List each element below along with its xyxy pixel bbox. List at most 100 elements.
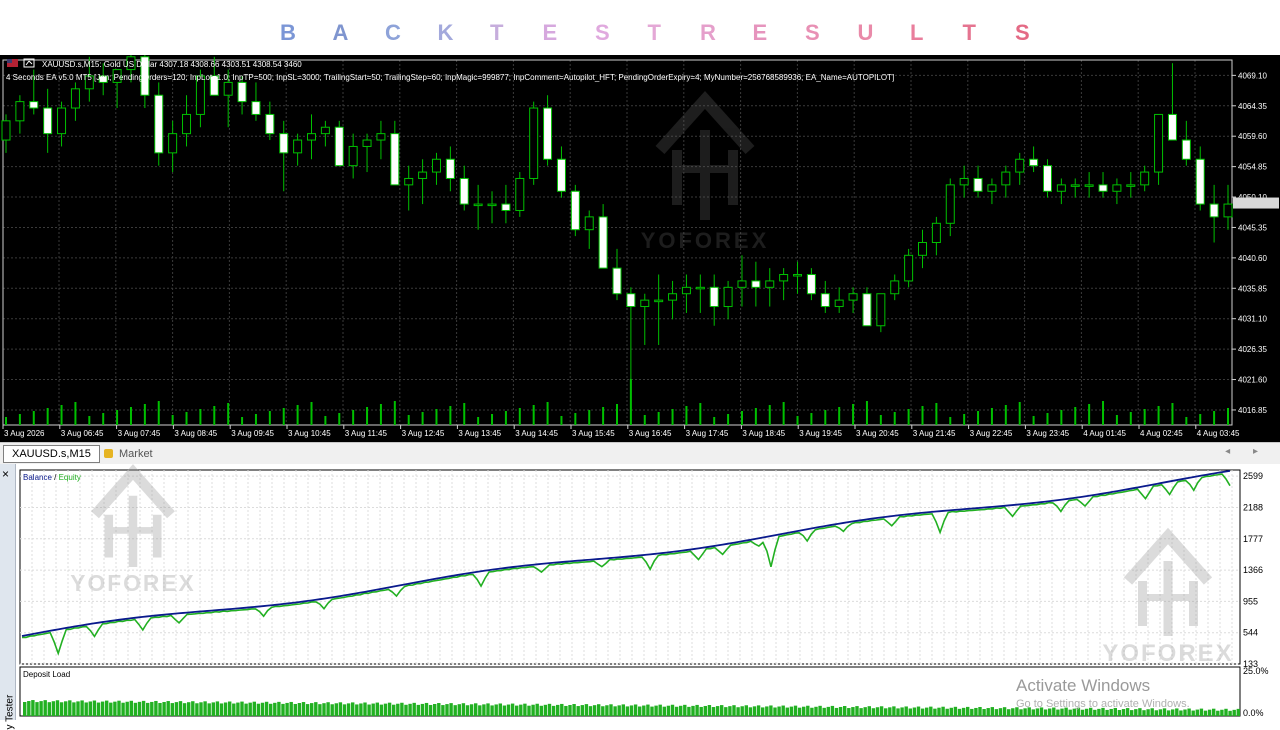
legend-separator: / [52,473,59,482]
time-label: 3 Aug 18:45 [742,429,785,438]
candle [70,82,80,121]
deposit-bar [55,700,60,716]
deposit-bar [166,701,170,716]
deposit-bar [1105,709,1109,716]
deposit-bar [531,704,535,716]
tab-market[interactable]: Market [104,446,153,462]
deposit-bar [1093,709,1097,716]
deposit-bar [383,703,388,716]
deposit-bar [1007,709,1011,716]
price-label: 4064.35 [1238,102,1267,111]
close-icon[interactable]: × [2,468,9,480]
deposit-bar [121,702,125,716]
candle [529,101,539,185]
price-chart[interactable]: YOFOREX4069.104064.354059.604054.854050.… [0,55,1280,442]
deposit-bar [683,704,687,716]
deposit-bar [670,704,675,716]
deposit-bar [43,700,47,716]
deposit-bar [396,703,400,716]
deposit-bar [642,705,646,716]
deposit-bar [76,701,80,716]
deposit-bar [387,702,392,716]
deposit-bar [281,703,285,716]
deposit-bar [584,704,589,716]
deposit-bar [1109,708,1113,716]
deposit-bar [355,704,359,716]
deposit-bar [113,701,117,716]
deposit-bar [871,708,876,716]
deposit-bar [912,707,917,716]
chart-canvas[interactable]: YOFOREX4069.104064.354059.604054.854050.… [0,55,1280,442]
deposit-bar [158,702,162,716]
deposit-bar [465,705,470,716]
deposit-bar [720,705,724,716]
deposit-bar [195,703,199,716]
candle [1056,178,1066,205]
candle [765,268,775,307]
candle [293,133,303,166]
deposit-bar [289,701,293,716]
yoforex-logo: YOFOREX [641,91,766,253]
deposit-bar [806,705,810,716]
deposit-bar [338,702,343,716]
tab-xauusd-m15[interactable]: XAUUSD.s,M15 [3,445,100,463]
deposit-bar [461,703,466,716]
candle [779,268,789,301]
deposit-bar [851,707,855,716]
deposit-bar [588,706,593,716]
candle [1070,178,1080,198]
deposit-bar [269,703,273,716]
candle [931,216,941,256]
deposit-bar [777,706,781,716]
deposit-bar [1019,709,1023,716]
deposit-bar [441,705,445,716]
deposit-bar [392,704,396,716]
deposit-bar [334,703,338,716]
deposit-bar [1121,709,1126,716]
deposit-bar [810,707,814,716]
candle [973,165,983,198]
deposit-bar [875,707,880,716]
deposit-bar [486,703,490,716]
balance-axis-label: 2599 [1243,471,1263,481]
deposit-bar [207,703,211,716]
deposit-bar [68,700,72,716]
deposit-bar [847,708,851,716]
deposit-bar [654,705,658,716]
tab-scroll-arrows[interactable]: ◂ ▸ [1225,446,1268,457]
candle [1015,152,1025,185]
deposit-bar [191,701,195,716]
title-letter: S [805,20,820,45]
deposit-bar [527,705,531,716]
candle [793,261,803,294]
deposit-bar [867,706,871,716]
deposit-bar [711,707,716,716]
deposit-bar [945,708,949,716]
deposit-bar [597,704,601,716]
deposit-bar [252,701,256,716]
candle [307,114,316,160]
deposit-bar [35,702,39,716]
deposit-bar [285,702,289,716]
deposit-bar [662,706,666,716]
title-letter: R [700,20,716,45]
deposit-bar [797,707,802,716]
deposit-bar [974,707,978,716]
deposit-bar [765,706,769,716]
deposit-bar [646,704,650,716]
time-label: 3 Aug 12:45 [402,429,445,438]
candle [168,120,178,173]
deposit-bar [84,702,88,716]
deposit-bar [781,705,785,716]
deposit-bar [982,709,986,716]
chart-tab-bar: XAUUSD.s,M15 Market ◂ ▸ [0,442,1280,465]
candle [43,88,53,153]
deposit-bar [310,703,314,716]
title-letter: K [437,20,454,45]
candle [987,178,997,205]
candle [473,184,483,230]
tester-side-label[interactable]: y Tester [5,650,16,730]
ea-parameters: 4 Seconds EA v5.0 MT5 [Jan; PendingOrder… [6,73,894,82]
deposit-bar [322,703,326,716]
deposit-bar [1216,710,1220,716]
